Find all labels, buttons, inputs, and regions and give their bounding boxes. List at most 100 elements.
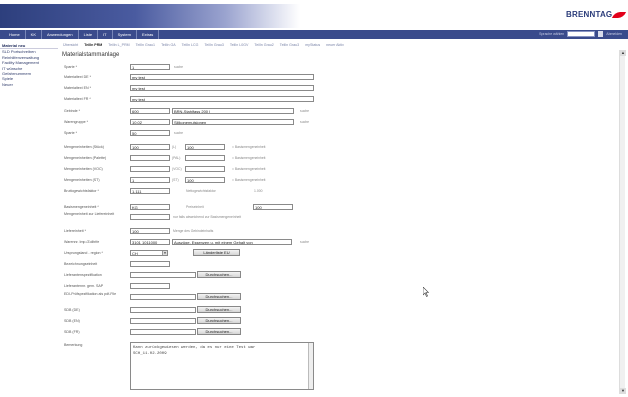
logout-link[interactable]: Abmelden	[606, 32, 622, 36]
menge-voc-input[interactable]	[130, 166, 170, 172]
sidebar: Material neu SLD Portschreiben Reinhilfe…	[0, 40, 58, 397]
warengruppe-search-link[interactable]: suche	[300, 120, 309, 124]
bemerkung-scrollbar[interactable]	[308, 343, 313, 389]
basis-input[interactable]: KG	[130, 204, 170, 210]
edi-input[interactable]	[130, 294, 196, 300]
nav-anwendungen[interactable]: Anwendungen	[42, 30, 79, 39]
sidebar-item-neuer[interactable]: Neuer	[0, 82, 58, 87]
liefereinheit-input[interactable]: 100	[130, 228, 170, 234]
sparte-search-link[interactable]: suche	[174, 65, 183, 69]
menge-st-unit: (ST)	[172, 178, 179, 182]
tab-lcg[interactable]: TeilIn LCG	[179, 42, 202, 49]
menge-palette-input[interactable]	[130, 155, 170, 161]
tab-neuer-aktiv[interactable]: neuer Aktiv	[323, 42, 347, 49]
main-nav: Home KK Anwendungen Liste IT System Extr…	[0, 30, 628, 39]
tab-grau3b[interactable]: TeilIn Grau3	[277, 42, 302, 49]
lieferant-spez-input[interactable]	[130, 272, 196, 278]
header-banner	[0, 4, 300, 28]
nav-it[interactable]: IT	[98, 30, 113, 39]
menge-lief-input[interactable]	[130, 214, 170, 220]
sdb-de-label: SDB (DE)	[64, 308, 80, 312]
mouse-cursor-icon	[423, 287, 429, 297]
nav-extras[interactable]: Extras	[137, 30, 160, 39]
warengruppe-label: Warengruppe *	[64, 120, 89, 124]
gebinde-label: Gebinde *	[64, 109, 80, 113]
sparte2-label: Sparte *	[64, 131, 77, 135]
menge-palette-conv-input[interactable]	[185, 155, 225, 161]
page-scrollbar[interactable]: ▲ ▼	[619, 50, 626, 394]
nav-system[interactable]: System	[113, 30, 137, 39]
tab-grau3[interactable]: TeilIn Grau3	[201, 42, 226, 49]
mat-fr-label: Materialtext FR *	[64, 97, 91, 101]
sdb-fr-input[interactable]	[130, 329, 196, 335]
edi-browse-button[interactable]: Durchsuchen...	[197, 293, 241, 300]
language-go-button[interactable]	[598, 31, 604, 37]
gebinde-search-link[interactable]: suche	[300, 109, 309, 113]
liefereinheit-label: Liefereinheit *	[64, 229, 86, 233]
menge-palette-unit: (PAL)	[172, 156, 181, 160]
nav-kk[interactable]: KK	[26, 30, 43, 39]
nav-liste[interactable]: Liste	[79, 30, 99, 39]
mat-fr-input[interactable]: my test	[130, 96, 314, 102]
tab-grau1[interactable]: TeilIn Grau1	[133, 42, 158, 49]
brutto-input[interactable]: 1.111	[130, 188, 170, 194]
bemerkung-textarea[interactable]: Kann zurückgewiesen werden, da es nur ei…	[130, 342, 314, 390]
gebinde-text-input[interactable]: BRN-Stahlfass 200 l	[172, 108, 294, 114]
brenntag-logo: BRENNTAG	[566, 10, 627, 20]
preis-input[interactable]: 100	[253, 204, 293, 210]
sparte-input[interactable]: 1	[130, 64, 170, 70]
sdb-fr-label: SDB (FR)	[64, 330, 80, 334]
tab-l0gv[interactable]: TeilIn L0GV	[227, 42, 252, 49]
warennr-code-input[interactable]: 3101 1011000	[130, 239, 170, 245]
menge-st-hint: = Basismengeneinheit	[232, 178, 266, 182]
menge-voc-conv-input[interactable]	[185, 166, 225, 172]
ursprung-value: CH	[132, 251, 138, 256]
page-title: Materialstammanlage	[62, 52, 120, 58]
mat-de-input[interactable]: my test	[130, 74, 314, 80]
warengruppe-text-input[interactable]: Silikonemulsionen	[172, 119, 294, 125]
menge-stueck-conv-input[interactable]: 100	[185, 144, 225, 150]
sdb-de-browse-button[interactable]: Durchsuchen...	[197, 306, 241, 313]
gebinde-code-input[interactable]: 600	[130, 108, 170, 114]
logo-text: BRENNTAG	[566, 10, 613, 19]
bezeichnung-input[interactable]	[130, 261, 170, 267]
laenderliste-button[interactable]: Länderliste EU	[193, 249, 240, 256]
tab-prm[interactable]: TeilIn PRM	[81, 42, 105, 49]
menge-st-conv-input[interactable]: 100	[185, 177, 225, 183]
form-tabs: Übersicht TeilIn PRM TeilIn L_PRM TeilIn…	[60, 42, 347, 49]
lieferant-spez-browse-button[interactable]: Durchsuchen...	[197, 271, 241, 278]
scroll-down-icon[interactable]: ▼	[620, 388, 626, 394]
ursprung-label: Ursprungsland - region *	[64, 251, 103, 255]
tab-uebersicht[interactable]: Übersicht	[60, 42, 81, 49]
ursprung-select[interactable]: CH ▼	[130, 250, 168, 256]
basis-label: Basismengeneinheit *	[64, 205, 99, 209]
sdb-fr-browse-button[interactable]: Durchsuchen...	[197, 328, 241, 335]
preis-label: Preiseinheit	[186, 205, 204, 209]
bezeichnung-label: Bezeichnungseinheit	[64, 262, 98, 266]
lieferant-nr-input[interactable]	[130, 283, 170, 289]
menge-st-input[interactable]: 1	[130, 177, 170, 183]
tab-ga[interactable]: TeilIn GA	[158, 42, 179, 49]
sparte2-input[interactable]: 50	[130, 130, 170, 136]
tab-grau2[interactable]: TeilIn Grau2	[251, 42, 276, 49]
edi-label: EDI-Prüfspezifikation als pdf-File	[64, 292, 117, 296]
menge-lief-label: Mengeneinheit zur Liefereinheit	[64, 212, 115, 216]
scroll-up-icon[interactable]: ▲	[620, 50, 626, 56]
menge-voc-label: Mengeneinheiten (VOC)	[64, 167, 103, 171]
warennr-text-input[interactable]: Auszüge, Essenzen u. mit einem Gehalt vo…	[172, 239, 292, 245]
warennr-search-link[interactable]: suche	[300, 240, 309, 244]
sparte2-search-link[interactable]: suche	[174, 131, 183, 135]
sdb-de-input[interactable]	[130, 307, 196, 313]
menge-stueck-unit: (L)	[172, 145, 177, 149]
menge-stueck-hint: = Basismengeneinheit	[232, 145, 266, 149]
warengruppe-code-input[interactable]: 10.02	[130, 119, 170, 125]
tab-mystatus[interactable]: myStatus	[302, 42, 323, 49]
nav-home[interactable]: Home	[4, 30, 26, 39]
sdb-en-browse-button[interactable]: Durchsuchen...	[197, 317, 241, 324]
menge-palette-hint: = Basismengeneinheit	[232, 156, 266, 160]
menge-stueck-input[interactable]: 100	[130, 144, 170, 150]
sdb-en-input[interactable]	[130, 318, 196, 324]
mat-en-input[interactable]: my test	[130, 85, 314, 91]
language-select[interactable]	[567, 31, 596, 37]
tab-l-prm[interactable]: TeilIn L_PRM	[105, 42, 132, 49]
